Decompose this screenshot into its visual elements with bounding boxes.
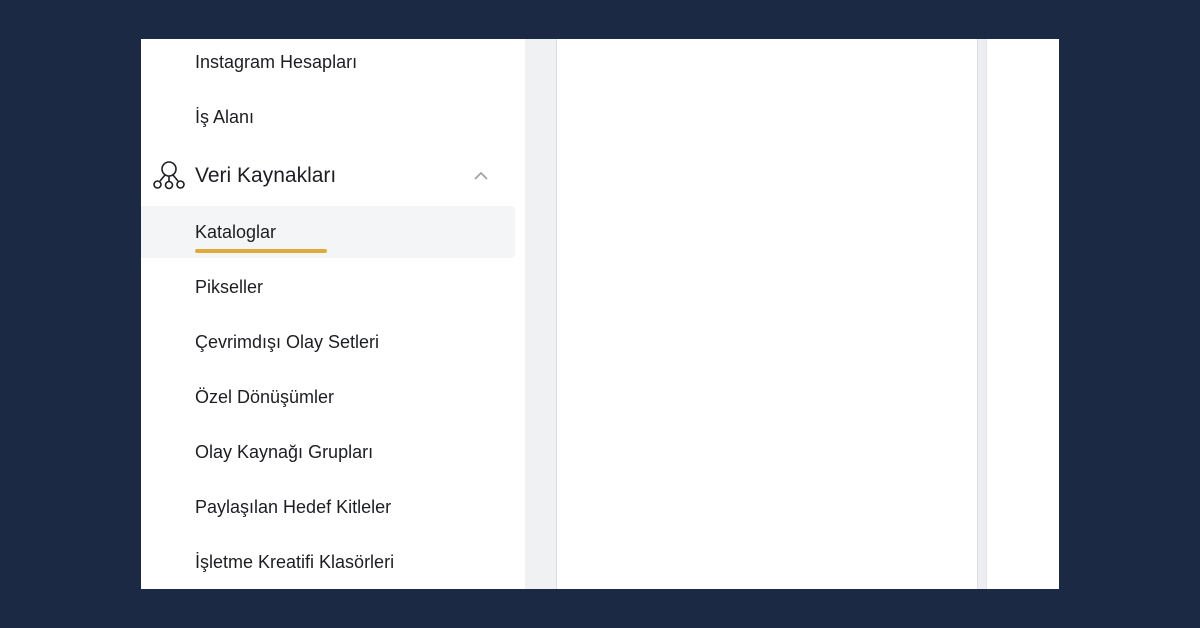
sidebar: Instagram Hesapları İş Alanı Veri Kaynak…	[141, 39, 525, 589]
sidebar-item-label: Olay Kaynağı Grupları	[195, 441, 374, 462]
sidebar-item-label: İş Alanı	[195, 106, 255, 127]
sidebar-item-label: Instagram Hesapları	[195, 51, 358, 72]
sidebar-item-label: Kataloglar	[195, 221, 277, 242]
panel-gutter	[525, 39, 556, 589]
sidebar-item-label: Özel Dönüşümler	[195, 386, 335, 407]
sidebar-item-label: Pikseller	[195, 276, 264, 297]
active-underline	[195, 249, 327, 253]
app-window: Instagram Hesapları İş Alanı Veri Kaynak…	[141, 39, 1059, 589]
content-panel	[556, 39, 977, 589]
section-label: Veri Kaynakları	[195, 164, 337, 187]
sidebar-item-instagram-accounts[interactable]: Instagram Hesapları	[141, 39, 515, 88]
sidebar-item-creative-folders[interactable]: İşletme Kreatifi Klasörleri	[141, 536, 515, 588]
sidebar-item-pixels[interactable]: Pikseller	[141, 261, 515, 313]
data-sources-icon	[153, 161, 185, 190]
sidebar-item-label: Paylaşılan Hedef Kitleler	[195, 496, 392, 517]
sidebar-item-custom-conversions[interactable]: Özel Dönüşümler	[141, 371, 515, 423]
sidebar-item-offline-event-sets[interactable]: Çevrimdışı Olay Setleri	[141, 316, 515, 368]
sidebar-item-catalogs[interactable]: Kataloglar	[141, 206, 515, 258]
sidebar-item-event-source-groups[interactable]: Olay Kaynağı Grupları	[141, 426, 515, 478]
sidebar-item-workspace[interactable]: İş Alanı	[141, 91, 515, 143]
chevron-up-icon[interactable]	[473, 168, 489, 184]
sidebar-item-label: İşletme Kreatifi Klasörleri	[195, 551, 395, 572]
section-header-data-sources[interactable]: Veri Kaynakları	[141, 151, 515, 201]
panel-divider	[977, 39, 987, 589]
sidebar-item-label: Çevrimdışı Olay Setleri	[195, 331, 380, 352]
detail-panel	[987, 39, 1059, 589]
sidebar-item-shared-audiences[interactable]: Paylaşılan Hedef Kitleler	[141, 481, 515, 533]
